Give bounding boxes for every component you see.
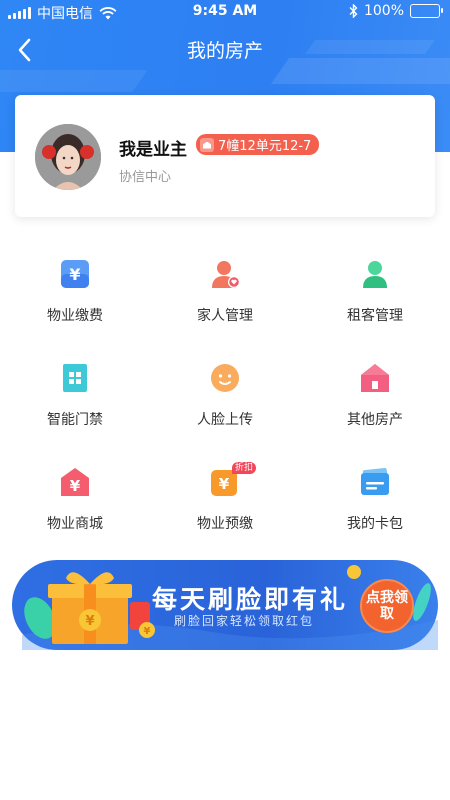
svg-text:¥: ¥ bbox=[219, 475, 230, 493]
menu-item-other-property[interactable]: 其他房产 bbox=[300, 349, 450, 439]
menu-item-face-upload[interactable]: 人脸上传 bbox=[150, 349, 300, 439]
owner-name: 我是业主 bbox=[119, 140, 187, 160]
menu-label: 其他房产 bbox=[347, 412, 403, 428]
claim-button[interactable]: 点我领取 bbox=[365, 590, 409, 622]
property-mall-icon: ¥ bbox=[61, 468, 89, 496]
house-badge-icon bbox=[200, 137, 214, 152]
smart-access-icon bbox=[63, 364, 87, 392]
menu-label: 人脸上传 bbox=[197, 412, 253, 428]
face-upload-icon bbox=[211, 364, 239, 392]
discount-badge: 折扣 bbox=[232, 462, 257, 474]
menu-label: 物业缴费 bbox=[47, 308, 103, 324]
svg-text:¥: ¥ bbox=[69, 265, 80, 284]
menu-label: 租客管理 bbox=[347, 308, 403, 324]
card-wallet-icon bbox=[361, 467, 389, 495]
menu-label: 智能门禁 bbox=[47, 412, 103, 428]
page-title: 我的房产 bbox=[186, 40, 263, 62]
menu-item-family-management[interactable]: 家人管理 bbox=[150, 245, 300, 335]
bluetooth-icon bbox=[349, 4, 358, 18]
banner-title: 每天刷脸即有礼 bbox=[152, 585, 349, 614]
avatar[interactable] bbox=[35, 124, 101, 190]
room-badge: 7幢12单元12-7 bbox=[196, 134, 320, 155]
family-management-icon bbox=[212, 261, 240, 288]
menu-label: 家人管理 bbox=[197, 308, 253, 324]
room-number: 7幢12单元12-7 bbox=[218, 139, 312, 154]
banner-subtitle: 刷脸回家轻松领取红包 bbox=[174, 614, 315, 628]
menu-label: 我的卡包 bbox=[347, 516, 403, 532]
battery-percent: 100% bbox=[363, 3, 404, 19]
svg-text:¥: ¥ bbox=[144, 626, 151, 637]
property-payment-icon: ¥ bbox=[61, 260, 89, 288]
menu-label: 物业预缴 bbox=[197, 516, 253, 532]
tenant-management-icon bbox=[363, 261, 387, 288]
menu-item-smart-access[interactable]: 智能门禁 bbox=[0, 349, 150, 439]
status-bar: 中国电信 9:45 AM 100% bbox=[0, 0, 450, 24]
menu-item-property-mall[interactable]: ¥ 物业商城 bbox=[0, 453, 150, 543]
svg-text:¥: ¥ bbox=[70, 477, 81, 495]
battery-icon bbox=[410, 4, 443, 18]
navigation-bar: 我的房产 bbox=[0, 24, 450, 76]
profile-card[interactable]: 我是业主 7幢12单元12-7 协信中心 bbox=[15, 95, 435, 217]
promo-banner[interactable]: ¥ ¥ 每天刷脸即有礼 刷脸回家轻松领取红包 点我领取 bbox=[12, 560, 438, 650]
svg-text:¥: ¥ bbox=[85, 614, 94, 629]
menu-item-property-prepay[interactable]: ¥ 折扣 物业预缴 bbox=[150, 453, 300, 543]
menu-label: 物业商城 bbox=[47, 516, 103, 532]
community-name: 协信中心 bbox=[119, 170, 172, 185]
menu-item-property-payment[interactable]: ¥ 物业缴费 bbox=[0, 245, 150, 335]
other-property-icon bbox=[361, 364, 389, 392]
menu-item-tenant-management[interactable]: 租客管理 bbox=[300, 245, 450, 335]
menu-item-card-wallet[interactable]: 我的卡包 bbox=[300, 453, 450, 543]
